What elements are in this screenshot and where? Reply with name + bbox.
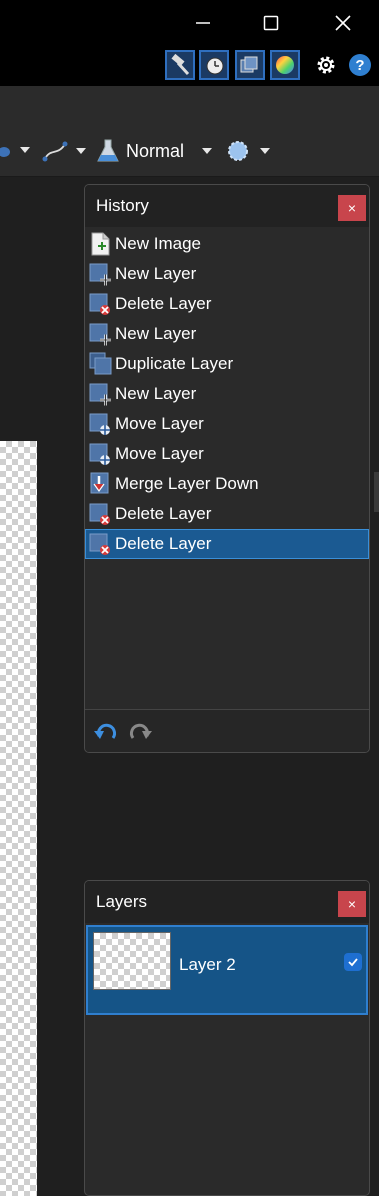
help-button[interactable]: ? [345,50,375,80]
undo-button[interactable] [93,720,119,744]
layers-panel: Layers × Layer 2 [84,880,370,1196]
minimize-icon [196,22,210,24]
minimize-button[interactable] [186,6,220,40]
antialiasing-selector[interactable] [226,139,270,163]
chevron-down-icon [20,147,30,153]
history-item-selected[interactable]: Delete Layer [85,529,369,559]
history-toggle[interactable] [199,50,229,80]
new-layer-icon [89,322,113,346]
layer-name: Layer 2 [179,955,236,974]
history-panel-title: History [96,196,149,215]
panel-edge-marker [374,472,379,512]
layer-visibility-checkbox[interactable] [344,953,362,971]
history-item[interactable]: New Image [85,229,369,259]
move-layer-icon [89,412,113,436]
curve-selector[interactable] [42,140,86,162]
history-item-label: New Image [115,234,201,253]
history-panel-header: History × [85,185,369,227]
antialiasing-icon [228,141,248,161]
history-item[interactable]: Delete Layer [85,289,369,319]
duplicate-layer-icon [89,352,113,376]
tool-options-bar: Normal [0,86,379,177]
color-wheel-icon [276,56,294,74]
merge-layer-down-icon [89,472,113,496]
delete-layer-icon [89,502,113,526]
layer-thumbnail [93,932,171,990]
history-item[interactable]: Delete Layer [85,499,369,529]
new-image-icon [89,232,113,256]
history-item-label: Duplicate Layer [115,354,234,373]
history-item[interactable]: New Layer [85,379,369,409]
history-item-label: Merge Layer Down [115,474,259,493]
gear-icon [317,56,335,74]
maximize-icon [263,15,279,31]
close-icon [335,15,351,31]
blend-mode-selector[interactable]: Normal [96,138,213,164]
help-icon: ? [349,54,371,76]
delete-layer-icon [89,532,113,556]
chevron-down-icon [202,148,213,154]
settings-button[interactable] [311,50,341,80]
history-item[interactable]: Move Layer [85,409,369,439]
curve-icon [42,141,68,162]
layers-panel-title: Layers [96,892,148,911]
new-layer-icon [89,382,113,406]
hammer-icon [171,54,190,76]
delete-layer-icon [89,292,113,316]
move-layer-icon [89,442,113,466]
chevron-down-icon [76,148,86,154]
maximize-button[interactable] [254,6,288,40]
redo-button[interactable] [127,720,153,744]
checkmark-icon [348,958,358,967]
history-footer [85,709,369,752]
layers-close-button[interactable]: × [338,891,366,917]
history-item[interactable]: Duplicate Layer [85,349,369,379]
redo-icon [129,723,152,739]
colors-toggle[interactable] [270,50,300,80]
brush-icon [0,147,10,157]
history-item-label: Delete Layer [115,504,212,523]
history-item-label: New Layer [115,384,197,403]
history-item[interactable]: Merge Layer Down [85,469,369,499]
flask-icon [97,139,119,162]
blend-mode-label: Normal [126,140,185,161]
history-item-label: Delete Layer [115,534,212,553]
history-item[interactable]: New Layer [85,259,369,289]
history-item-label: New Layer [115,264,197,283]
history-item-label: Move Layer [115,444,204,463]
history-item-label: New Layer [115,324,197,343]
layers-icon [240,56,258,73]
history-close-button[interactable]: × [338,195,366,221]
layers-toggle[interactable] [235,50,265,80]
undo-icon [94,723,117,739]
brush-selector[interactable] [0,142,30,158]
layers-panel-header: Layers × [85,881,369,923]
history-icon [206,57,224,75]
history-item[interactable]: New Layer [85,319,369,349]
history-panel: History × New Image New Layer Delete Lay… [84,184,370,753]
history-item-label: Delete Layer [115,294,212,313]
canvas-image[interactable] [0,441,37,1196]
history-item-label: Move Layer [115,414,204,433]
new-layer-icon [89,262,113,286]
svg-text:?: ? [355,57,364,74]
chevron-down-icon [260,148,270,154]
title-bar: ? [0,0,379,86]
tools-toggle[interactable] [165,50,195,80]
history-item[interactable]: Move Layer [85,439,369,469]
close-window-button[interactable] [326,6,360,40]
